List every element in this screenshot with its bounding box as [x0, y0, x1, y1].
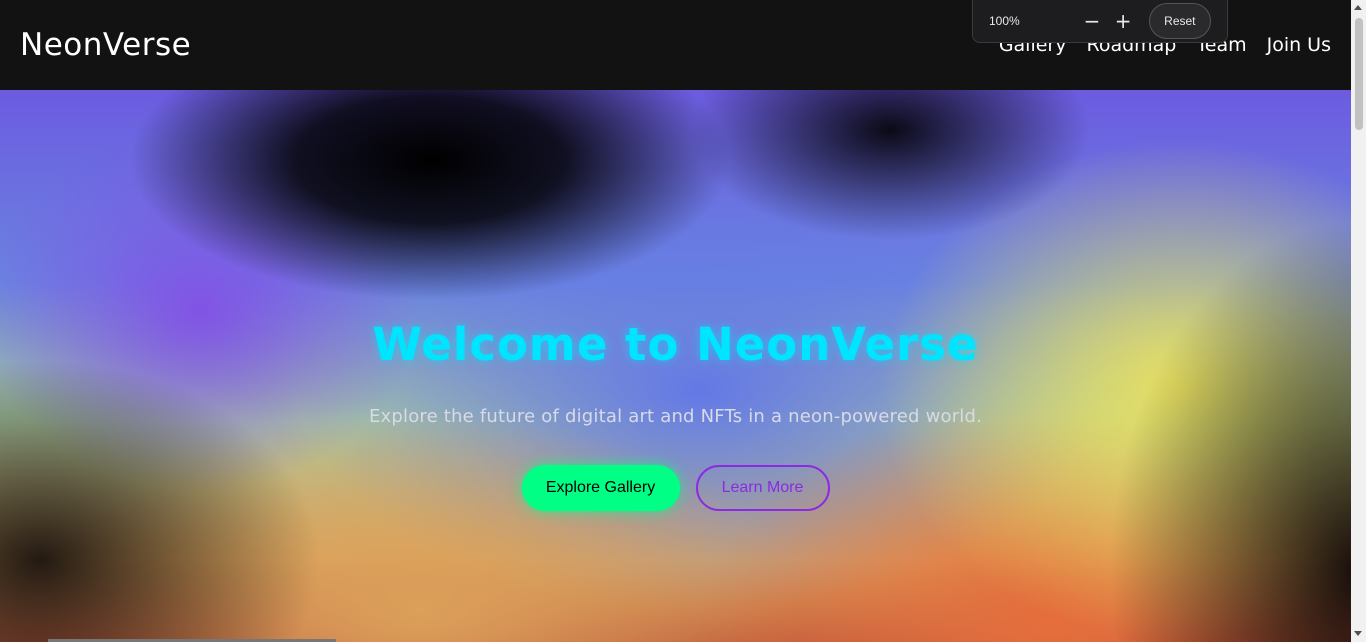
minus-icon[interactable]: − [1077, 11, 1108, 31]
scroll-up-arrow-icon[interactable] [1354, 5, 1362, 10]
scrollbar-thumb[interactable] [1355, 18, 1363, 130]
hero-content: Welcome to NeonVerse Explore the future … [0, 90, 1351, 642]
vertical-scrollbar[interactable] [1351, 0, 1366, 642]
scroll-down-arrow-icon[interactable] [1354, 631, 1362, 636]
zoom-level: 100% [989, 14, 1020, 28]
plus-icon[interactable]: + [1108, 11, 1139, 31]
hero-section: Welcome to NeonVerse Explore the future … [0, 90, 1351, 642]
hero-subtitle: Explore the future of digital art and NF… [368, 406, 983, 427]
browser-zoom-popup: 100% − + Reset [972, 0, 1228, 43]
explore-gallery-button[interactable]: Explore Gallery [521, 465, 680, 511]
nav-link-join-us[interactable]: Join Us [1267, 34, 1331, 56]
cta-row: Explore Gallery Learn More [0, 465, 1351, 511]
zoom-reset-button[interactable]: Reset [1148, 3, 1211, 39]
learn-more-button[interactable]: Learn More [695, 465, 830, 511]
hero-title: Welcome to NeonVerse [372, 318, 979, 371]
site-logo[interactable]: NeonVerse [20, 27, 191, 63]
